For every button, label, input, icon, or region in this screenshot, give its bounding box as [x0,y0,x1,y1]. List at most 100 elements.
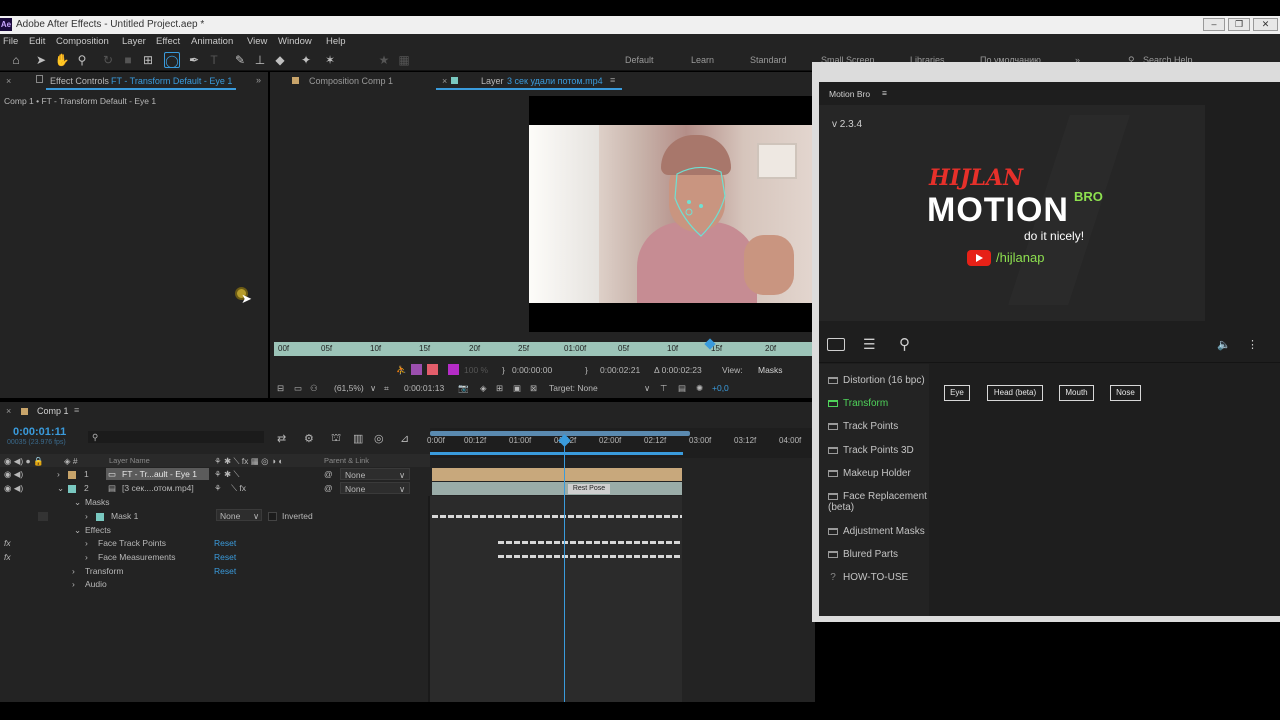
parent-header[interactable]: Parent & Link [324,456,369,465]
menu-help[interactable]: Help [326,36,346,47]
lock-view-icon[interactable]: ⊤ [660,383,667,394]
pickwhip-icon[interactable]: @ [324,469,333,479]
minimize-button[interactable]: – [1203,18,1225,31]
alpha-swatch[interactable] [411,364,422,375]
masks-group[interactable]: Masks [85,497,110,507]
in-point-icon[interactable]: } [502,365,505,375]
grid-icon[interactable]: ⊞ [496,383,503,394]
rest-pose-marker[interactable]: Rest Pose [568,484,610,494]
chevron-down-icon[interactable]: ∨ [644,383,650,394]
eraser-tool-icon[interactable]: ◆ [272,52,288,68]
fit-icon[interactable]: ⌗ [384,383,389,394]
preset-head-button[interactable]: Head (beta) [987,385,1043,401]
fx-icon[interactable]: fx [4,552,11,562]
fm-keyframes[interactable] [498,555,682,558]
category-face-replacement[interactable]: Face Replacement (beta) [828,491,928,513]
layer-row-2[interactable]: ◉ ◀) ⌄ 2 ▤ [3 сек....отом.mp4] ⚘ ⟍ fx @ … [0,482,430,495]
expand-chevron-icon[interactable]: ⌄ [74,497,81,508]
workspace-standard[interactable]: Standard [750,55,787,65]
timeline-tab[interactable]: Comp 1 [37,406,69,416]
snapshot-icon[interactable]: ⊟ [277,383,284,394]
preset-eye-button[interactable]: Eye [944,385,970,401]
selection-tool-icon[interactable]: ➤ [33,52,49,68]
parent-dropdown[interactable]: None ∨ [340,482,410,494]
visibility-icon[interactable]: ◉ ◀) [4,483,23,494]
layer-switches[interactable]: ⚘ ✱ ⟍ [214,469,239,480]
effect-controls-layer[interactable]: FT - Transform Default - Eye 1 [111,76,232,86]
effect-face-measurements[interactable]: Face Measurements [98,552,175,562]
layer-tab-name[interactable]: 3 сек удали потом.mp4 [507,76,603,86]
draft-3d-icon[interactable]: ⚙ [304,432,314,445]
solo-toggle[interactable] [38,512,48,521]
chevron-down-icon[interactable]: ∨ [370,383,376,394]
lock-icon[interactable] [36,75,43,83]
mask-color[interactable] [96,513,104,521]
expand-chevron-icon[interactable]: ⌄ [74,525,81,536]
fx-icon[interactable]: fx [4,538,11,548]
motion-blur-icon[interactable]: ◎ [374,432,384,445]
effect-face-track-points[interactable]: Face Track Points [98,538,166,548]
puppet-tool-icon[interactable]: ✶ [322,52,338,68]
timeline-playhead[interactable] [564,440,565,702]
search-icon[interactable]: ⚲ [899,335,910,353]
motion-bro-tab[interactable]: Motion Bro [829,89,870,99]
effects-group[interactable]: Effects [85,525,111,535]
layer-tab[interactable]: Layer [481,76,504,86]
panel-menu-icon[interactable]: ≡ [882,88,887,98]
inverted-checkbox[interactable] [268,512,277,521]
volume-icon[interactable]: 🔈 [1217,338,1231,351]
effect-controls-tab[interactable]: Effect Controls [50,76,109,86]
target-dropdown[interactable]: Target: None [549,383,598,393]
type-tool-icon[interactable]: T [206,52,222,68]
workspace-default[interactable]: Default [625,55,654,65]
label-color[interactable] [68,485,76,493]
category-track-points[interactable]: Track Points [828,421,898,432]
audio-group[interactable]: Audio [85,579,107,589]
roi-icon[interactable]: ⛹ [396,365,407,376]
camera-tool-icon[interactable]: ■ [120,52,136,68]
layer-name-field[interactable]: ▭ FT - Tr...ault - Eye 1 [106,468,209,480]
mask-1[interactable]: Mask 1 [111,511,138,521]
label-color[interactable] [68,471,76,479]
layer-row-1[interactable]: ◉ ◀) › 1 ▭ FT - Tr...ault - Eye 1 ⚘ ✱ ⟍ … [0,468,430,481]
expand-chevron-icon[interactable]: ⌄ [57,483,64,494]
mask-keyframes[interactable] [432,515,682,518]
zoom-tool-icon[interactable]: ⚲ [74,52,90,68]
timeline-ruler[interactable]: 0:00f 00:12f 01:00f 01:12f 02:00f 02:12f… [427,428,815,458]
red-swatch[interactable] [427,364,438,375]
exposure-value[interactable]: +0,0 [712,383,729,393]
rotate-tool-icon[interactable]: ↻ [100,52,116,68]
graph-editor-icon[interactable]: ⊿ [400,432,409,445]
mask-mode-dropdown[interactable]: None ∨ [216,509,262,521]
category-transform[interactable]: Transform [828,398,888,409]
star-icon[interactable]: ★ [376,52,392,68]
monitor-icon[interactable]: ▭ [294,383,302,394]
pickwhip-icon[interactable]: @ [324,483,333,493]
menu-effect[interactable]: Effect [156,36,180,47]
youtube-channel[interactable]: /hijlanap [996,250,1044,265]
exposure-reset-icon[interactable]: ✺ [696,383,703,394]
menu-composition[interactable]: Composition [56,36,109,47]
more-options-icon[interactable]: ⋮ [1247,338,1258,351]
current-timecode[interactable]: 0:00:01:13 [404,383,444,393]
expand-chevron-icon[interactable]: › [72,579,75,589]
transparency-grid-icon[interactable]: ⊠ [530,383,537,394]
composition-tab[interactable]: Composition Comp 1 [309,76,393,86]
menu-view[interactable]: View [247,36,267,47]
panel-overflow-icon[interactable]: » [256,75,261,85]
panel-menu-icon[interactable]: ≡ [74,405,79,415]
maximize-button[interactable]: ❐ [1228,18,1250,31]
layer-switches[interactable]: ⚘ ⟍ fx [214,483,246,494]
view-dropdown[interactable]: Masks [758,365,783,375]
comp-mini-flowchart-icon[interactable]: ⇄ [277,432,286,445]
magnification-dropdown[interactable]: (61,5%) [334,383,364,393]
folder-icon[interactable] [827,338,845,351]
reset-link[interactable]: Reset [214,552,236,562]
close-button[interactable]: ✕ [1253,18,1278,31]
comp-range-bar[interactable] [430,452,683,455]
clone-stamp-tool-icon[interactable]: ⊥ [252,52,268,68]
workspace-learn[interactable]: Learn [691,55,714,65]
category-track-points-3d[interactable]: Track Points 3D [828,445,914,456]
hand-tool-icon[interactable]: ✋ [54,52,70,68]
brush-tool-icon[interactable]: ✎ [232,52,248,68]
